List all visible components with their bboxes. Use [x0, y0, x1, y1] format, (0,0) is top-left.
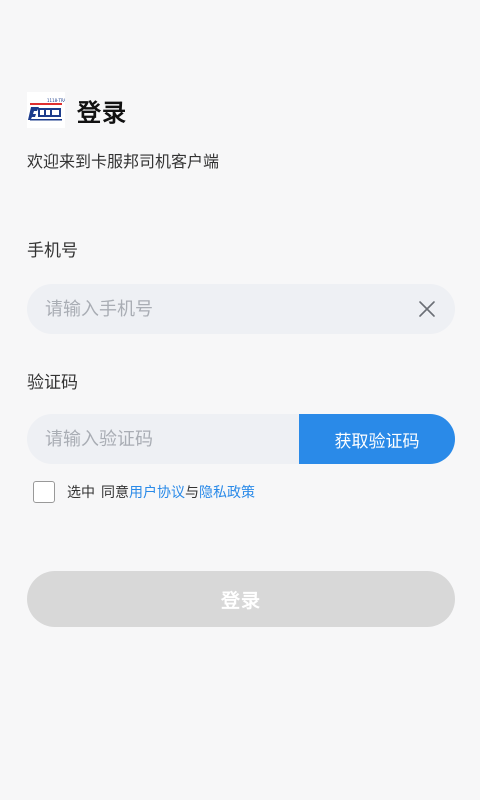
agreement-row: 选中 同意 用户协议 与 隐私政策	[33, 481, 255, 503]
login-button[interactable]: 登录	[27, 571, 455, 627]
code-label: 验证码	[27, 373, 78, 393]
welcome-text: 欢迎来到卡服邦司机客户端	[27, 152, 220, 171]
phone-input[interactable]	[27, 284, 399, 334]
get-code-button[interactable]: 获取验证码	[299, 414, 455, 464]
agreement-agree-text: 同意	[101, 485, 129, 501]
agreement-checkbox[interactable]	[33, 481, 55, 503]
user-agreement-link[interactable]: 用户协议	[129, 482, 185, 502]
agreement-prefix: 选中	[67, 485, 95, 501]
page-title: 登录	[77, 98, 127, 127]
agreement-conjunction: 与	[185, 485, 199, 501]
code-input-wrapper	[27, 414, 299, 464]
phone-field	[27, 284, 455, 334]
phone-label: 手机号	[27, 241, 78, 261]
login-screen: 1118·TRA 登录 欢迎来到卡服邦司机客户端 手机号 验证码 获取验证码	[0, 0, 480, 800]
close-icon	[419, 301, 435, 317]
code-input[interactable]	[27, 414, 299, 464]
kafubang-logo-icon: 1118·TRA	[27, 92, 65, 128]
privacy-policy-link[interactable]: 隐私政策	[199, 482, 255, 502]
code-field: 获取验证码	[27, 414, 455, 464]
clear-phone-button[interactable]	[399, 284, 455, 334]
brand-header: 1118·TRA 登录	[27, 92, 127, 128]
svg-text:1118·TRA: 1118·TRA	[47, 98, 65, 103]
